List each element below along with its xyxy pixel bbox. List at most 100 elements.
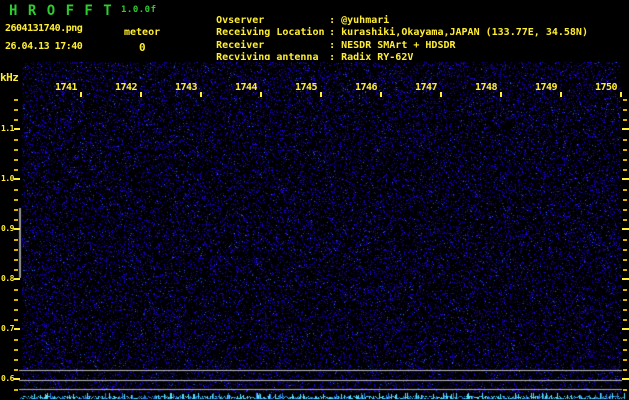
freq-minor-tick-right <box>623 149 627 151</box>
info-value: kurashiki,Okayama,JAPAN (133.77E, 34.58N… <box>341 27 588 38</box>
info-separator: : <box>329 40 341 53</box>
freq-tick-label: 0.9 <box>0 224 14 234</box>
freq-minor-tick-left <box>14 349 18 351</box>
freq-minor-tick-left <box>14 139 18 141</box>
freq-minor-tick-right <box>623 359 627 361</box>
time-tick-label: 1747 <box>415 82 437 94</box>
info-value: NESDR SMArt + HDSDR <box>341 40 455 51</box>
time-tick <box>380 92 382 97</box>
freq-minor-tick-left <box>14 209 18 211</box>
info-label: Ovserver <box>216 15 329 28</box>
observation-datetime: 26.04.13 17:40 <box>5 41 82 52</box>
time-tick <box>440 92 442 97</box>
freq-minor-tick-left <box>14 299 18 301</box>
freq-minor-tick-left <box>14 369 18 371</box>
freq-major-tick-left <box>14 328 20 330</box>
freq-major-tick-left <box>14 228 20 230</box>
time-tick-label: 1748 <box>475 82 497 94</box>
app-version: 1.0.0f <box>121 5 157 15</box>
time-tick-label: 1750 <box>595 82 617 94</box>
freq-major-tick-left <box>14 128 20 130</box>
freq-minor-tick-right <box>623 199 627 201</box>
freq-minor-tick-left <box>14 339 18 341</box>
freq-minor-tick-right <box>623 219 627 221</box>
time-tick-label: 1741 <box>55 82 77 94</box>
freq-minor-tick-right <box>623 139 627 141</box>
freq-minor-tick-left <box>14 319 18 321</box>
info-value: @yuhmari <box>341 15 389 26</box>
time-tick-label: 1746 <box>355 82 377 94</box>
freq-minor-tick-right <box>623 189 627 191</box>
freq-tick-label: 1.1 <box>0 124 14 134</box>
freq-minor-tick-left <box>14 249 18 251</box>
info-separator: : <box>329 27 341 40</box>
time-tick <box>320 92 322 97</box>
freq-minor-tick-right <box>623 259 627 261</box>
freq-major-tick-right <box>622 128 629 130</box>
time-tick <box>500 92 502 97</box>
freq-minor-tick-right <box>623 309 627 311</box>
freq-minor-tick-right <box>623 249 627 251</box>
freq-major-tick-right <box>622 228 629 230</box>
freq-minor-tick-left <box>14 239 18 241</box>
freq-major-tick-left <box>14 278 20 280</box>
freq-major-tick-left <box>14 178 20 180</box>
freq-minor-tick-right <box>623 239 627 241</box>
freq-minor-tick-right <box>623 119 627 121</box>
freq-minor-tick-right <box>623 369 627 371</box>
freq-major-tick-left <box>14 378 20 380</box>
freq-axis-unit-label: kHz <box>0 71 18 84</box>
freq-minor-tick-left <box>14 119 18 121</box>
time-tick <box>260 92 262 97</box>
freq-tick-label: 1.0 <box>0 174 14 184</box>
freq-minor-tick-left <box>14 219 18 221</box>
freq-minor-tick-right <box>623 319 627 321</box>
time-tick-label: 1742 <box>115 82 137 94</box>
freq-minor-tick-right <box>623 99 627 101</box>
freq-minor-tick-right <box>623 339 627 341</box>
hrofft-window: H R O F F T 1.0.0f 2604131740.png meteor… <box>0 0 629 400</box>
freq-minor-tick-left <box>14 309 18 311</box>
freq-major-tick-right <box>622 278 629 280</box>
freq-major-tick-right <box>622 378 629 380</box>
freq-minor-tick-right <box>623 209 627 211</box>
freq-minor-tick-right <box>623 299 627 301</box>
time-tick <box>560 92 562 97</box>
time-tick-label: 1745 <box>295 82 317 94</box>
freq-minor-tick-left <box>14 259 18 261</box>
freq-tick-label: 0.8 <box>0 274 14 284</box>
freq-minor-tick-left <box>14 289 18 291</box>
output-filename: 2604131740.png <box>5 23 82 34</box>
freq-minor-tick-left <box>14 109 18 111</box>
time-tick-label: 1743 <box>175 82 197 94</box>
info-separator: : <box>329 15 341 28</box>
freq-minor-tick-left <box>14 149 18 151</box>
freq-minor-tick-right <box>623 389 627 391</box>
time-tick <box>620 92 622 97</box>
freq-tick-label: 0.6 <box>0 374 14 384</box>
meteor-count-value: 0 <box>139 41 146 54</box>
freq-tick-label: 0.7 <box>0 324 14 334</box>
freq-minor-tick-right <box>623 169 627 171</box>
spectrogram-canvas <box>0 60 629 400</box>
freq-major-tick-right <box>622 178 629 180</box>
freq-major-tick-right <box>622 328 629 330</box>
freq-minor-tick-right <box>623 289 627 291</box>
freq-minor-tick-left <box>14 99 18 101</box>
freq-minor-tick-left <box>14 159 18 161</box>
info-row-observer: Ovserver:@yuhmari <box>180 2 588 15</box>
time-tick-label: 1749 <box>535 82 557 94</box>
freq-minor-tick-right <box>623 349 627 351</box>
freq-minor-tick-left <box>14 389 18 391</box>
freq-minor-tick-left <box>14 199 18 201</box>
freq-minor-tick-right <box>623 109 627 111</box>
info-label: Receiving Location <box>216 27 329 40</box>
observer-info-block: Ovserver:@yuhmari Receiving Location:kur… <box>180 2 588 52</box>
time-tick <box>200 92 202 97</box>
time-tick-label: 1744 <box>235 82 257 94</box>
freq-minor-tick-left <box>14 359 18 361</box>
freq-minor-tick-right <box>623 159 627 161</box>
freq-minor-tick-left <box>14 269 18 271</box>
freq-minor-tick-left <box>14 189 18 191</box>
time-tick <box>80 92 82 97</box>
